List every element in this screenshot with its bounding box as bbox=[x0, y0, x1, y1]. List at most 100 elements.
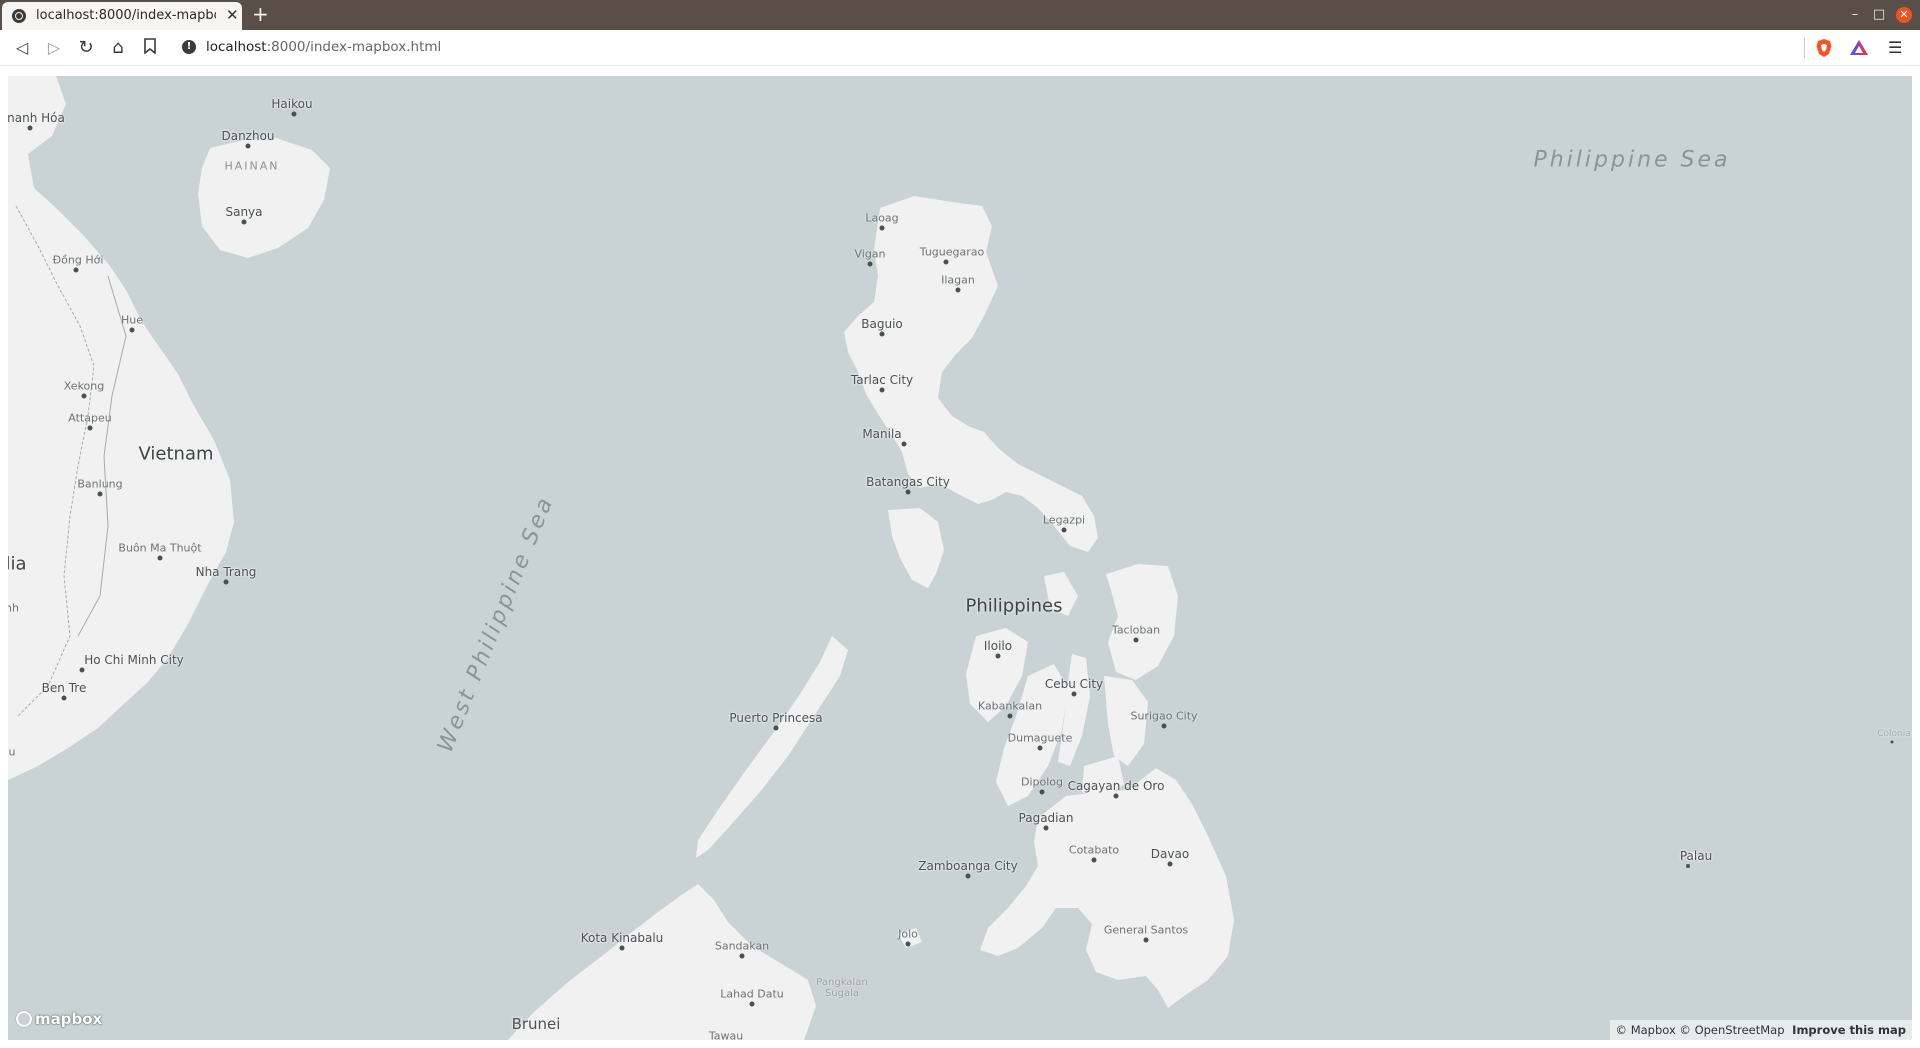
city-label: Banlung bbox=[77, 477, 123, 491]
country-label-partial: lia bbox=[8, 553, 27, 575]
globe-icon bbox=[12, 9, 26, 23]
home-button[interactable]: ⌂ bbox=[108, 38, 128, 58]
city-dot bbox=[1133, 637, 1139, 643]
city-dot bbox=[867, 261, 873, 267]
attribution-osm[interactable]: © OpenStreetMap bbox=[1679, 1023, 1784, 1037]
island-label-hainan: HAINAN bbox=[224, 159, 280, 173]
city-dot bbox=[1037, 745, 1043, 751]
city-label: Ilagan bbox=[941, 273, 975, 287]
city-dot bbox=[1143, 937, 1149, 943]
city-dot bbox=[965, 873, 971, 879]
city-label: nanh Hóa bbox=[8, 111, 65, 125]
city-label: Surigao City bbox=[1130, 709, 1198, 723]
city-label: Iloilo bbox=[983, 639, 1013, 653]
city-label: Dipolog bbox=[1020, 775, 1064, 789]
city-dot bbox=[129, 327, 135, 333]
back-button[interactable]: ◁ bbox=[12, 38, 32, 58]
reload-button[interactable]: ↻ bbox=[76, 38, 96, 58]
city-dot bbox=[995, 653, 1001, 659]
city-label: Nha Trang bbox=[195, 565, 257, 579]
tab-title: localhost:8000/index-mapbox. bbox=[36, 8, 216, 23]
city-dot bbox=[1113, 793, 1119, 799]
city-dot bbox=[749, 1001, 755, 1007]
divider bbox=[1804, 38, 1805, 58]
city-label: Colonia bbox=[1877, 729, 1911, 739]
city-label: Tacloban bbox=[1111, 623, 1161, 637]
city-label: Laoag bbox=[865, 211, 899, 225]
close-tab-icon[interactable]: ✕ bbox=[226, 6, 239, 24]
url-path: :8000/index-mapbox.html bbox=[266, 39, 442, 55]
city-label: Ben Tre bbox=[41, 681, 87, 695]
city-dot bbox=[619, 945, 625, 951]
city-label: Zamboanga City bbox=[918, 859, 1018, 873]
city-label: Đồng Hới bbox=[52, 253, 104, 267]
city-label: Manila bbox=[862, 427, 902, 441]
city-label: Lahad Datu bbox=[720, 987, 784, 1001]
site-info-icon[interactable]: ! bbox=[182, 40, 196, 54]
land-mindanao bbox=[980, 768, 1234, 1008]
city-dot bbox=[1007, 713, 1013, 719]
city-label: Brunei bbox=[511, 1015, 561, 1033]
mapbox-logo-icon bbox=[16, 1011, 32, 1027]
city-label: Legazpi bbox=[1042, 513, 1086, 527]
improve-map-link[interactable]: Improve this map bbox=[1792, 1023, 1906, 1037]
city-dot bbox=[879, 225, 885, 231]
land-mindoro bbox=[888, 508, 944, 588]
city-label: Haikou bbox=[271, 97, 313, 111]
city-dot bbox=[943, 259, 949, 265]
city-dot bbox=[81, 393, 87, 399]
browser-tab[interactable]: localhost:8000/index-mapbox. ✕ bbox=[2, 2, 242, 30]
address-bar[interactable]: localhost:8000/index-mapbox.html bbox=[206, 39, 441, 55]
city-label: Xekong bbox=[63, 379, 105, 393]
city-label: u bbox=[8, 745, 16, 759]
window-close-button[interactable]: ✕ bbox=[1896, 7, 1912, 23]
city-dot bbox=[905, 941, 911, 947]
bookmark-button[interactable] bbox=[140, 38, 160, 58]
url-host: localhost bbox=[206, 39, 267, 55]
navigation-toolbar: ◁ ▷ ↻ ⌂ ! localhost:8000/index-mapbox.ht… bbox=[0, 30, 1920, 66]
city-dot bbox=[291, 111, 297, 117]
map-geography bbox=[8, 76, 1696, 1040]
city-label: Cotabato bbox=[1068, 843, 1120, 857]
city-label: Tarlac City bbox=[850, 373, 914, 387]
brave-shields-icon[interactable] bbox=[1815, 38, 1833, 58]
city-dot bbox=[1043, 825, 1049, 831]
city-dot bbox=[901, 441, 907, 447]
city-dot bbox=[245, 143, 251, 149]
city-dot bbox=[1039, 789, 1045, 795]
brave-rewards-icon[interactable] bbox=[1849, 38, 1869, 58]
city-dot bbox=[1161, 723, 1167, 729]
city-dot bbox=[1890, 740, 1894, 744]
maximize-button[interactable]: □ bbox=[1872, 8, 1886, 22]
city-label: Attapeu bbox=[68, 411, 112, 425]
mapbox-logo[interactable]: mapbox bbox=[16, 1010, 102, 1028]
sea-label-philippine-sea: Philippine Sea bbox=[1533, 147, 1731, 173]
city-dot bbox=[955, 287, 961, 293]
city-dot bbox=[1091, 857, 1097, 863]
city-dot bbox=[879, 331, 885, 337]
attribution-mapbox[interactable]: © Mapbox bbox=[1616, 1023, 1676, 1037]
city-label: Pangkalan Sugala bbox=[816, 977, 868, 999]
city-dot bbox=[739, 953, 745, 959]
city-label: Cagayan de Oro bbox=[1067, 779, 1165, 793]
city-dot bbox=[157, 555, 163, 561]
land-palawan bbox=[696, 636, 848, 858]
city-label: Baguio bbox=[861, 317, 903, 331]
city-dot bbox=[87, 425, 93, 431]
city-label: Pagadian bbox=[1018, 811, 1074, 825]
city-label: Tawau bbox=[708, 1029, 744, 1041]
city-dot bbox=[879, 387, 885, 393]
land-samar bbox=[1106, 564, 1178, 680]
city-dot bbox=[241, 219, 247, 225]
minimize-button[interactable]: – bbox=[1848, 8, 1862, 22]
city-label: Buôn Ma Thuột bbox=[118, 541, 202, 555]
map-canvas[interactable]: Philippine Sea West Philippine Sea Vietn… bbox=[8, 76, 1912, 1040]
new-tab-button[interactable]: + bbox=[252, 2, 269, 26]
city-dot bbox=[773, 725, 779, 731]
city-dot bbox=[79, 667, 85, 673]
menu-icon[interactable]: ☰ bbox=[1888, 38, 1906, 58]
forward-button[interactable]: ▷ bbox=[44, 38, 64, 58]
city-label: Tuguegarao bbox=[919, 245, 985, 259]
city-dot bbox=[905, 489, 911, 495]
country-label-philippines: Philippines bbox=[965, 595, 1063, 617]
